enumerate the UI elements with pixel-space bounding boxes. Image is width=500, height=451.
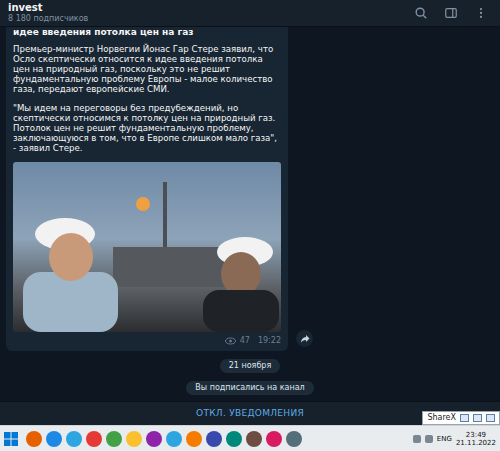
taskbar-app-icon[interactable] [86,431,102,447]
date-pill: 21 ноября [220,359,280,373]
chat-header: invest 8 180 подписчиков [0,0,500,27]
channel-title[interactable]: invest [8,2,88,14]
tray-volume-icon[interactable] [425,435,433,443]
message-heading: идее введения потолка цен на газ [13,27,281,38]
sharex-label: ShareX [427,413,456,423]
language-indicator[interactable]: ENG [437,435,452,443]
message-time: 19:22 [258,336,281,346]
share-button[interactable] [296,330,313,347]
taskbar-app-icon[interactable] [186,431,202,447]
clock-time: 23:49 [456,431,496,439]
clock-date: 21.11.2022 [456,439,496,447]
taskbar-app-icon[interactable] [286,431,302,447]
channel-info[interactable]: invest 8 180 подписчиков [8,2,88,24]
message-meta: 47 19:22 [13,336,281,346]
service-message: Вы подписались на канал [186,381,313,395]
taskbar-app-icon[interactable] [226,431,242,447]
tray-network-icon[interactable] [413,435,421,443]
taskbar-app-icon[interactable] [206,431,222,447]
taskbar-app-icon[interactable] [246,431,262,447]
taskbar-app-icon[interactable] [126,431,142,447]
taskbar-app-icon[interactable] [146,431,162,447]
message-body: Премьер-министр Норвегии Йонас Гар Стере… [13,44,281,94]
taskbar-apps [4,431,302,447]
views-eye-icon [225,337,236,345]
sharex-capture-icon[interactable] [460,414,469,422]
taskbar-app-icon[interactable] [266,431,282,447]
taskbar-app-icon[interactable] [26,431,42,447]
search-icon[interactable] [414,6,428,20]
view-count: 47 [240,336,250,346]
message-bubble[interactable]: идее введения потолка цен на газ Премьер… [6,27,288,351]
photo-scene-icon [13,162,279,332]
taskbar: ENG 23:49 21.11.2022 [0,425,500,451]
message-row: идее введения потолка цен на газ Премьер… [6,27,494,351]
windows-start-icon[interactable] [4,432,18,446]
sharex-region-icon[interactable] [473,414,482,422]
more-icon[interactable] [474,6,488,20]
clock[interactable]: 23:49 21.11.2022 [456,431,496,447]
taskbar-app-icon[interactable] [166,431,182,447]
system-tray: ENG 23:49 21.11.2022 [413,431,496,447]
sharex-tooltip[interactable]: ShareX [422,411,500,425]
telegram-window: invest 8 180 подписчиков идее введения п… [0,0,500,451]
taskbar-app-icon[interactable] [106,431,122,447]
subscriber-count: 8 180 подписчиков [8,14,88,24]
date-separator: 21 ноября [6,359,494,373]
share-arrow-icon [300,334,310,344]
mute-button[interactable]: ОТКЛ. УВЕДОМЛЕНИЯ [196,407,304,421]
sharex-upload-icon[interactable] [486,414,495,422]
taskbar-app-icon[interactable] [66,431,82,447]
message-quote: "Мы идем на переговоры без предубеждений… [13,103,281,153]
taskbar-app-icon[interactable] [46,431,62,447]
sidebar-toggle-icon[interactable] [444,6,458,20]
message-photo[interactable] [13,162,281,332]
chat-area: идее введения потолка цен на газ Премьер… [0,27,500,401]
service-row: Вы подписались на канал [6,381,494,395]
